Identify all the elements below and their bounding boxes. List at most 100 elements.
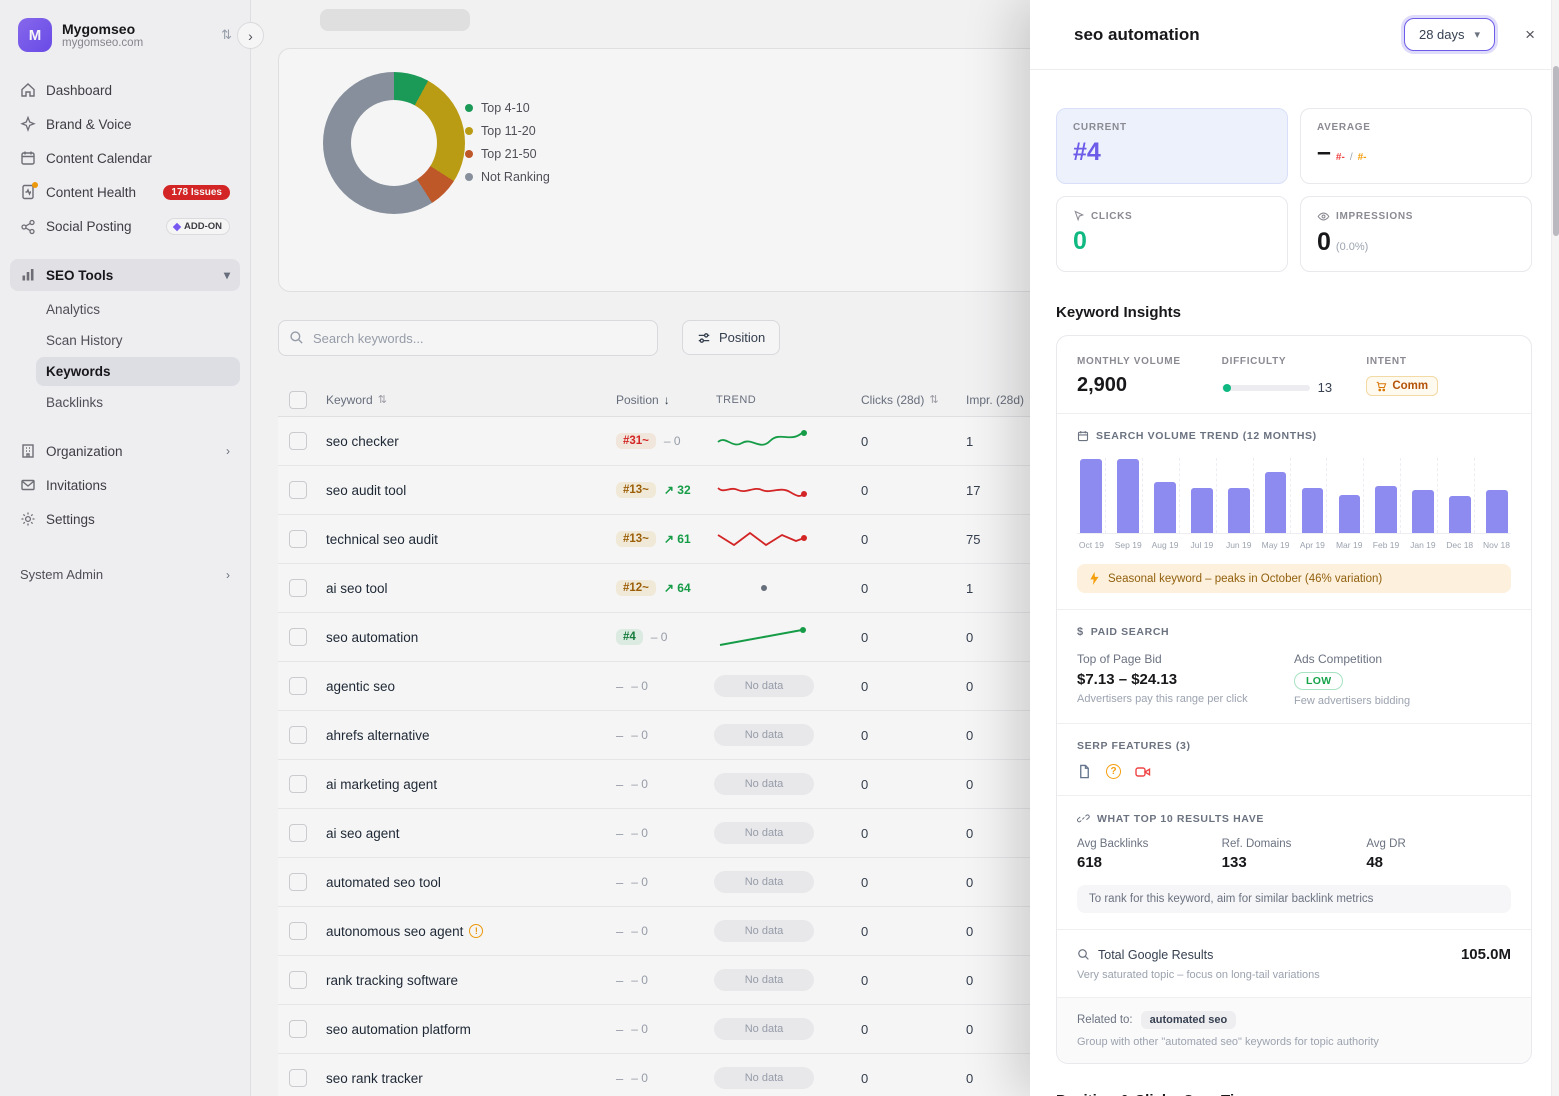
seasonal-note: Seasonal keyword – peaks in October (46%… (1077, 564, 1511, 593)
row-checkbox[interactable] (289, 922, 307, 940)
row-checkbox[interactable] (289, 1020, 307, 1038)
keyword-cell[interactable]: seo rank tracker (318, 1071, 608, 1086)
keyword-cell[interactable]: agentic seo (318, 679, 608, 694)
table-row[interactable]: automated seo tool –– 0 No data 0 0 (278, 858, 1138, 907)
row-checkbox[interactable] (289, 971, 307, 989)
table-header: Keyword⇅ Position↓ TREND Clicks (28d)⇅ I… (278, 383, 1138, 417)
keyword-cell[interactable]: autonomous seo agent! (318, 924, 608, 939)
loading-skeleton (320, 9, 470, 31)
search-input[interactable] (278, 320, 658, 356)
row-checkbox[interactable] (289, 824, 307, 842)
position-change: – 0 (631, 826, 648, 840)
keyword-cell[interactable]: seo automation platform (318, 1022, 608, 1037)
row-checkbox[interactable] (289, 432, 307, 450)
keyword-cell[interactable]: automated seo tool (318, 875, 608, 890)
row-checkbox[interactable] (289, 628, 307, 646)
table-row[interactable]: ai marketing agent –– 0 No data 0 0 (278, 760, 1138, 809)
close-icon[interactable]: × (1521, 21, 1539, 49)
keyword-cell[interactable]: ai marketing agent (318, 777, 608, 792)
volume-bar (1154, 482, 1176, 533)
sort-desc-icon: ↓ (664, 393, 670, 407)
scrollbar[interactable] (1551, 0, 1559, 1096)
dollar-icon: $ (1077, 626, 1084, 638)
sidebar-item-content-calendar[interactable]: Content Calendar (10, 142, 240, 174)
sidebar-item-content-health[interactable]: Content Health 178 Issues (10, 176, 240, 208)
row-checkbox[interactable] (289, 873, 307, 891)
legend-dot (465, 104, 473, 112)
serp-features-label: SERP FEATURES (3) (1077, 740, 1511, 752)
legend-dot (465, 173, 473, 181)
calendar-icon (1077, 430, 1089, 442)
keyword-cell[interactable]: ai seo agent (318, 826, 608, 841)
row-checkbox[interactable] (289, 530, 307, 548)
keyword-cell[interactable]: seo automation (318, 630, 608, 645)
position-badge: #13~ (616, 482, 656, 498)
trend-sparkline (708, 427, 853, 455)
sidebar-item-settings[interactable]: Settings (10, 503, 240, 535)
keyword-cell[interactable]: technical seo audit (318, 532, 608, 547)
header-clicks[interactable]: Clicks (28d)⇅ (853, 393, 958, 407)
table-row[interactable]: agentic seo –– 0 No data 0 0 (278, 662, 1138, 711)
seo-tools-subnav: Analytics Scan History Keywords Backlink… (36, 295, 240, 417)
date-range-select[interactable]: 28 days ▾ (1404, 18, 1495, 51)
document-icon (1077, 764, 1092, 779)
keyword-cell[interactable]: seo audit tool (318, 483, 608, 498)
row-checkbox[interactable] (289, 775, 307, 793)
keyword-cell[interactable]: ai seo tool (318, 581, 608, 596)
row-checkbox[interactable] (289, 677, 307, 695)
row-checkbox[interactable] (289, 1069, 307, 1087)
table-row[interactable]: autonomous seo agent! –– 0 No data 0 0 (278, 907, 1138, 956)
select-all-checkbox[interactable] (289, 391, 307, 409)
sidebar-item-system-admin[interactable]: System Admin › (10, 561, 240, 588)
keyword-cell[interactable]: rank tracking software (318, 973, 608, 988)
sidebar-item-scan-history[interactable]: Scan History (36, 326, 240, 355)
addon-badge: ADD-ON (166, 218, 230, 235)
keyword-cell[interactable]: seo checker (318, 434, 608, 449)
keyword-cell[interactable]: ahrefs alternative (318, 728, 608, 743)
sidebar-item-brand-voice[interactable]: Brand & Voice (10, 108, 240, 140)
table-row[interactable]: ai seo agent –– 0 No data 0 0 (278, 809, 1138, 858)
sidebar-item-organization[interactable]: Organization › (10, 435, 240, 467)
header-keyword[interactable]: Keyword⇅ (318, 393, 608, 407)
position-dash: – (616, 826, 623, 841)
table-row[interactable]: seo rank tracker –– 0 No data 0 0 (278, 1054, 1138, 1096)
clicks-cell: 0 (853, 826, 958, 841)
header-trend: TREND (708, 394, 853, 406)
impressions-value: 0 (1317, 228, 1331, 257)
sidebar-item-backlinks[interactable]: Backlinks (36, 388, 240, 417)
table-row[interactable]: ahrefs alternative –– 0 No data 0 0 (278, 711, 1138, 760)
table-row[interactable]: seo checker #31~– 0 0 1 (278, 417, 1138, 466)
table-row[interactable]: seo audit tool #13~↗ 32 0 17 (278, 466, 1138, 515)
rankings-legend: Top 4-10 Top 11-20 Top 21-50 Not Ranking (465, 101, 550, 184)
sidebar-item-invitations[interactable]: Invitations (10, 469, 240, 501)
sidebar-collapse-button[interactable]: › (237, 22, 264, 49)
row-checkbox[interactable] (289, 726, 307, 744)
position-filter-button[interactable]: Position (682, 320, 780, 355)
scrollbar-thumb[interactable] (1553, 66, 1559, 236)
home-icon (20, 82, 36, 98)
serp-features: ? (1077, 764, 1511, 779)
position-dash: – (616, 777, 623, 792)
row-checkbox[interactable] (289, 481, 307, 499)
workspace-switcher[interactable]: M Mygomseo mygomseo.com ⇅ (10, 14, 240, 56)
related-keyword-chip[interactable]: automated seo (1141, 1011, 1237, 1029)
sidebar-item-seo-tools[interactable]: SEO Tools ▾ (10, 259, 240, 291)
no-data-pill: No data (714, 724, 814, 746)
table-toolbar: Position (278, 320, 780, 356)
table-row[interactable]: technical seo audit #13~↗ 61 0 75 (278, 515, 1138, 564)
header-position[interactable]: Position↓ (608, 393, 708, 407)
table-row[interactable]: seo automation platform –– 0 No data 0 0 (278, 1005, 1138, 1054)
difficulty: DIFFICULTY 13 (1222, 356, 1367, 397)
table-row[interactable]: seo automation #4– 0 0 0 (278, 613, 1138, 662)
sidebar-item-dashboard[interactable]: Dashboard (10, 74, 240, 106)
row-checkbox[interactable] (289, 579, 307, 597)
sidebar-item-keywords[interactable]: Keywords (36, 357, 240, 386)
chevron-down-icon: ▾ (1475, 28, 1481, 41)
info-icon[interactable]: ! (469, 924, 483, 938)
monthly-volume: MONTHLY VOLUME 2,900 (1077, 356, 1222, 397)
table-row[interactable]: rank tracking software –– 0 No data 0 0 (278, 956, 1138, 1005)
sidebar-item-social-posting[interactable]: Social Posting ADD-ON (10, 210, 240, 243)
current-position-value: #4 (1073, 138, 1271, 167)
sidebar-item-analytics[interactable]: Analytics (36, 295, 240, 324)
table-row[interactable]: ai seo tool #12~↗ 64 0 1 (278, 564, 1138, 613)
